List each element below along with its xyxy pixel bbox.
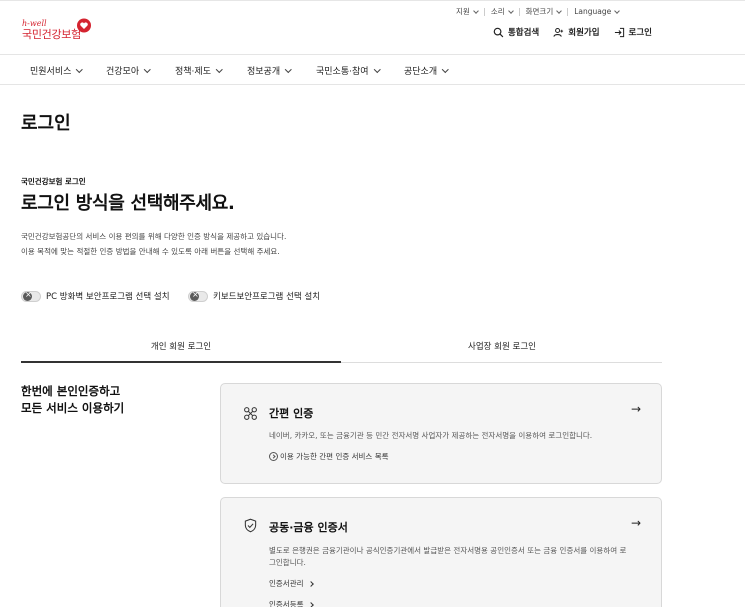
toggle-switch[interactable]: [21, 290, 41, 302]
site-logo[interactable]: h-well 국민건강보험: [22, 18, 91, 41]
logo-name: 국민건강보험: [22, 28, 81, 41]
section-eyebrow: 국민건강보험 로그인: [21, 177, 86, 186]
shield-check-icon: [244, 518, 257, 533]
section-heading: 로그인 방식을 선택해주세요.: [21, 193, 235, 214]
chevron-down-icon: [442, 65, 449, 73]
main-navigation: 민원서비스 건강모아 정책·제도 정보공개 국민소통·참여 공단소개: [0, 54, 745, 85]
certificate-manage-link[interactable]: 인증서관리: [269, 578, 314, 589]
certificate-manage-label: 인증서관리: [269, 579, 304, 588]
gnb-label: 정책·제도: [175, 67, 211, 77]
description-line-1: 국민건강보험공단의 서비스 이용 편의를 위해 다양한 인증 방식을 제공하고 …: [21, 232, 287, 241]
user-add-icon: [553, 27, 564, 37]
gnb-label: 민원서비스: [30, 67, 72, 77]
signup-button[interactable]: 회원가입: [553, 26, 600, 38]
utility-bar: 지원 소리 화면크기 Language: [456, 6, 621, 17]
arrow-right-icon: →: [630, 516, 641, 530]
toggle-switch[interactable]: [188, 290, 208, 302]
certificate-description: 별도로 은행권은 금융기관이나 공식인증기관에서 발급받은 전자서명용 공인인증…: [269, 546, 627, 567]
divider: [567, 7, 569, 16]
top-border: [0, 0, 745, 3]
gnb-disclosure[interactable]: 정보공개: [247, 64, 292, 77]
divider: [483, 7, 485, 16]
gnb-label: 국민소통·참여: [316, 67, 369, 77]
toggle-knob: [23, 290, 32, 301]
login-button[interactable]: 로그인: [614, 26, 652, 38]
description-line-2: 이용 목적에 맞는 적절한 인증 방법을 안내해 수 있도록 아래 버튼을 선택…: [21, 247, 280, 256]
logo-brand: h-well: [22, 19, 47, 28]
keyboard-security-toggle-label: 키보드보안프로그램 선택 설치: [213, 292, 321, 302]
chevron-down-icon: [614, 7, 621, 14]
divider: [518, 7, 520, 16]
login-icon: [614, 27, 624, 37]
promo-line-1: 한번에 본인인증하고: [21, 384, 121, 398]
certificate-register-link[interactable]: 인증서등록: [269, 599, 314, 607]
simple-auth-title: 간편 인증: [269, 407, 314, 420]
chevron-down-icon: [556, 7, 563, 14]
gnb-policy[interactable]: 정책·제도: [175, 64, 223, 77]
simple-auth-list-link[interactable]: 이용 가능한 간편 인증 서비스 목록: [269, 451, 389, 462]
gnb-health-moa[interactable]: 건강모아: [106, 64, 151, 77]
simple-auth-list-label: 이용 가능한 간편 인증 서비스 목록: [280, 452, 389, 461]
utility-sound-label: 소리: [490, 7, 505, 16]
certificate-card[interactable]: 공동·금융 인증서 → 별도로 은행권은 금융기관이나 공식인증기관에서 발급받…: [220, 497, 662, 607]
search-button[interactable]: 통합검색: [493, 26, 539, 38]
page-title: 로그인: [21, 113, 71, 134]
chevron-right-icon: [307, 601, 314, 607]
search-label: 통합검색: [507, 28, 540, 38]
chevron-right-icon: [307, 580, 314, 587]
login-type-tabs: 개인 회원 로그인 사업장 회원 로그인: [21, 333, 662, 363]
chevron-down-icon: [216, 65, 223, 73]
firewall-toggle[interactable]: PC 방화벽 보안프로그램 선택 설치: [21, 290, 170, 302]
keyboard-security-toggle[interactable]: 키보드보안프로그램 선택 설치: [188, 290, 320, 302]
chevron-down-icon: [144, 65, 151, 73]
search-icon: [493, 27, 504, 37]
utility-sound[interactable]: 소리: [490, 6, 514, 17]
gnb-label: 공단소개: [404, 67, 438, 77]
gnb-communication[interactable]: 국민소통·참여: [316, 64, 380, 77]
gnb-label: 정보공개: [247, 67, 281, 77]
chevron-down-icon: [472, 7, 479, 14]
gnb-about[interactable]: 공단소개: [404, 64, 449, 77]
signup-label: 회원가입: [568, 28, 600, 38]
utility-language[interactable]: Language: [574, 7, 621, 16]
utility-language-label: Language: [574, 7, 612, 16]
certificate-register-label: 인증서등록: [269, 600, 304, 607]
toggle-knob: [190, 290, 199, 301]
certificate-title: 공동·금융 인증서: [269, 521, 348, 534]
simple-auth-card[interactable]: 간편 인증 → 네이버, 카카오, 또는 금융기관 등 민간 전자서명 사업자가…: [220, 383, 662, 484]
chevron-down-icon: [285, 65, 292, 73]
simple-auth-icon: [244, 407, 257, 420]
chevron-down-icon: [76, 65, 83, 73]
gnb-label: 건강모아: [106, 67, 140, 77]
utility-zoom-label: 화면크기: [525, 7, 554, 16]
arrow-right-icon: →: [630, 402, 641, 416]
utility-zoom[interactable]: 화면크기: [525, 6, 563, 17]
promo-text: 한번에 본인인증하고 모든 서비스 이용하기: [21, 383, 124, 417]
promo-line-2: 모든 서비스 이용하기: [21, 401, 125, 415]
utility-support-label: 지원: [456, 7, 470, 16]
gnb-civil-service[interactable]: 민원서비스: [30, 64, 83, 77]
heart-icon: [77, 18, 91, 33]
chevron-circle-icon: [269, 452, 278, 461]
login-label: 로그인: [628, 28, 652, 38]
utility-support[interactable]: 지원: [456, 6, 479, 17]
chevron-down-icon: [373, 65, 380, 73]
simple-auth-description: 네이버, 카카오, 또는 금융기관 등 민간 전자서명 사업자가 제공하는 전자…: [269, 431, 593, 440]
tab-business-login[interactable]: 사업장 회원 로그인: [342, 333, 662, 363]
chevron-down-icon: [507, 7, 514, 14]
firewall-toggle-label: PC 방화벽 보안프로그램 선택 설치: [46, 292, 170, 302]
tab-personal-login[interactable]: 개인 회원 로그인: [21, 333, 341, 363]
header-actions: 통합검색 회원가입 로그인: [493, 26, 652, 38]
